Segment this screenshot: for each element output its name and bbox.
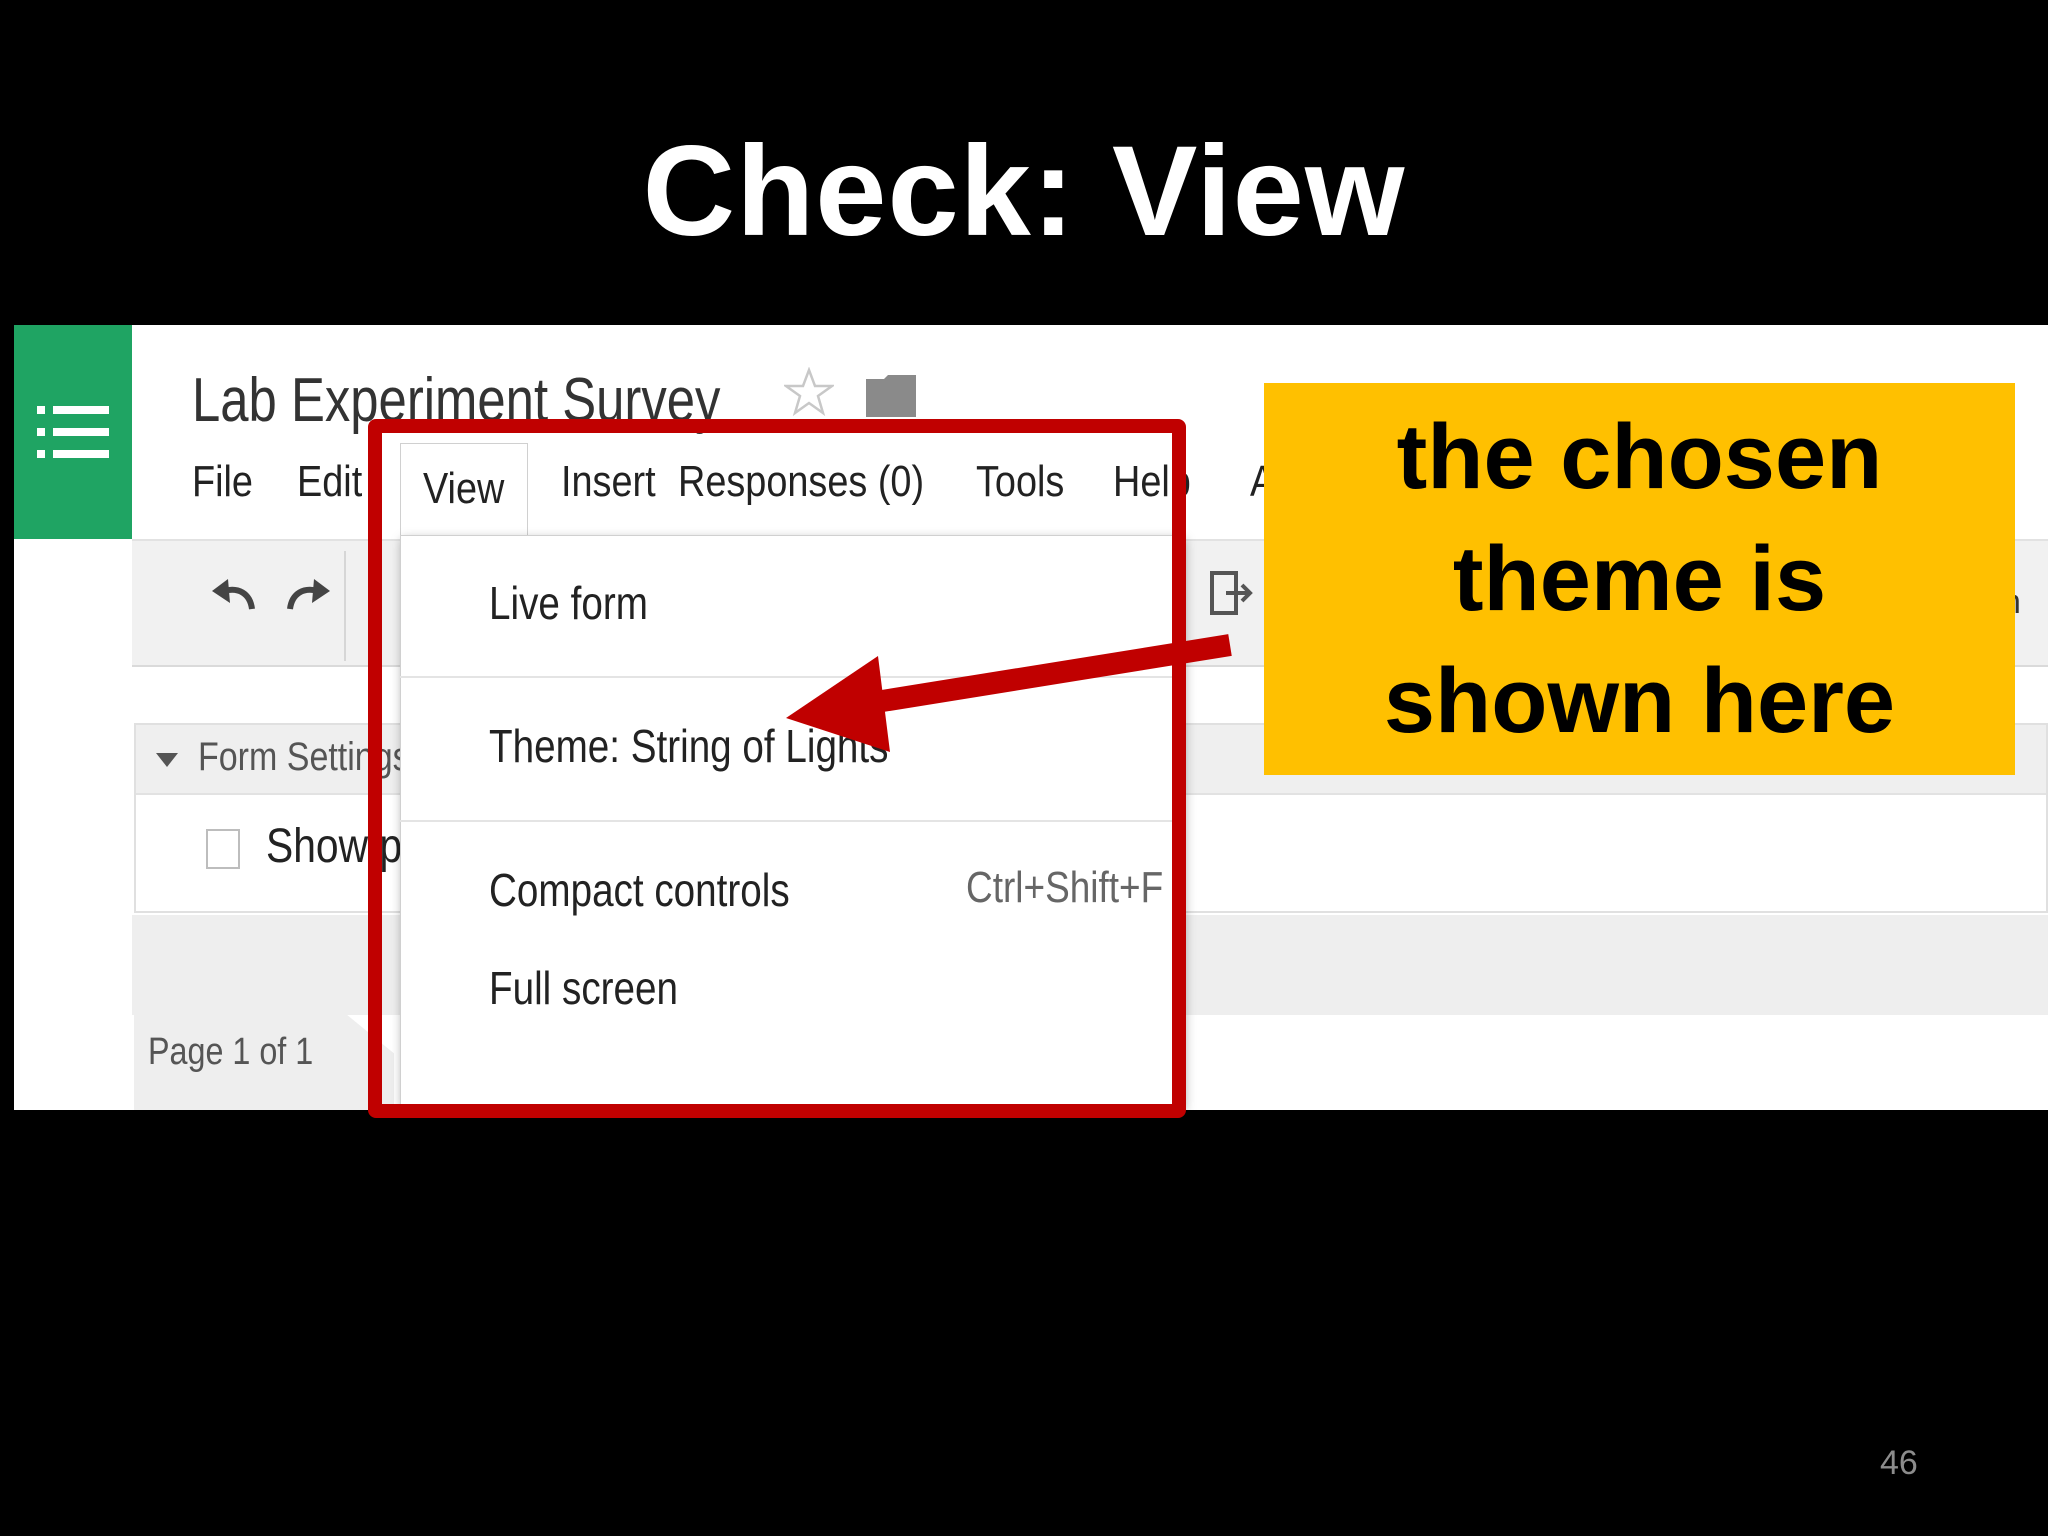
callout-box: the chosen theme is shown here <box>1264 383 2015 775</box>
callout-line: theme is <box>1452 528 1827 630</box>
show-progress-checkbox[interactable] <box>206 829 240 869</box>
star-icon[interactable] <box>784 367 834 417</box>
caret-down-icon <box>156 753 178 767</box>
page-indicator: Page 1 of 1 <box>148 1031 314 1073</box>
slide-number: 46 <box>1880 1444 1918 1482</box>
menu-file[interactable]: File <box>192 457 253 507</box>
callout-line: shown here <box>1383 650 1896 752</box>
hamburger-menu-icon <box>37 406 109 458</box>
undo-icon[interactable] <box>208 575 260 615</box>
toolbar-divider <box>344 551 346 661</box>
callout-line: the chosen <box>1396 406 1883 508</box>
menu-edit[interactable]: Edit <box>297 457 362 507</box>
highlight-box <box>368 419 1186 1118</box>
export-icon[interactable] <box>1208 567 1254 619</box>
slide-title: Check: View <box>642 120 1406 263</box>
redo-icon[interactable] <box>282 575 334 615</box>
folder-icon[interactable] <box>866 375 916 417</box>
